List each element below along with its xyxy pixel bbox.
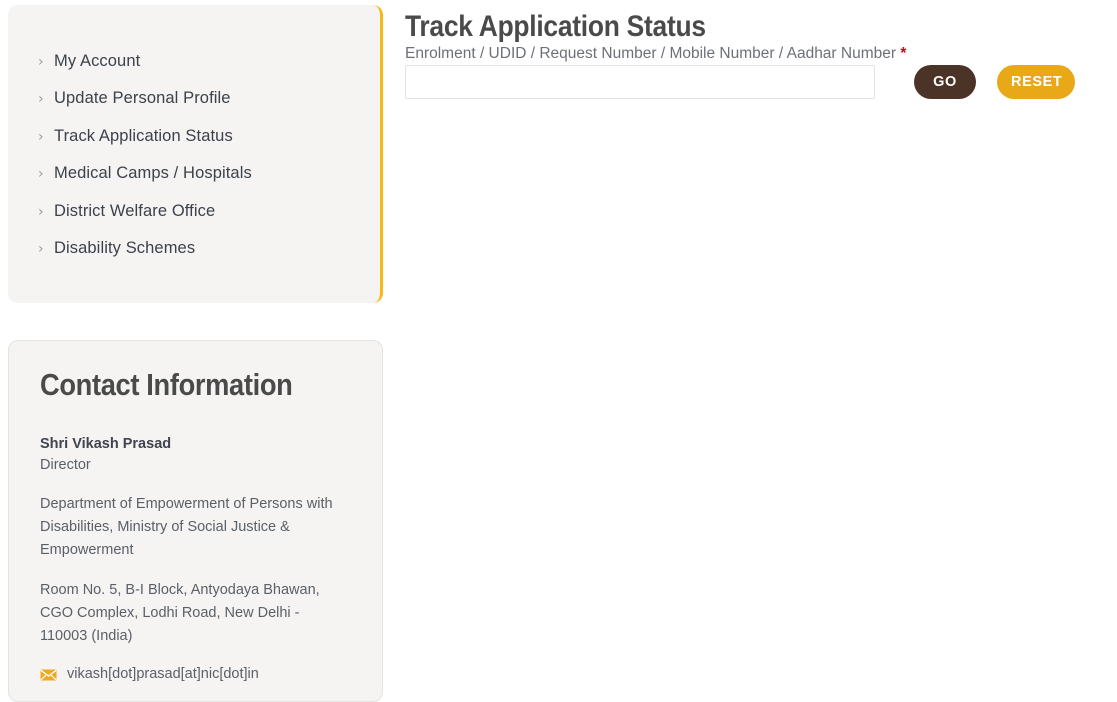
required-asterisk: * — [900, 45, 907, 62]
sidebar-item-label: Medical Camps / Hospitals — [54, 164, 252, 183]
contact-address: Room No. 5, B-I Block, Antyodaya Bhawan,… — [40, 581, 320, 644]
sidebar-item-label: Disability Schemes — [54, 238, 196, 257]
chevron-right-icon: › — [38, 91, 44, 108]
contact-department: Department of Empowerment of Persons wit… — [40, 496, 333, 558]
chevron-right-icon: › — [38, 54, 44, 70]
sidebar-item-label: Update Personal Profile — [54, 89, 231, 108]
chevron-right-icon: › — [38, 166, 44, 183]
go-button[interactable]: GO — [914, 65, 976, 100]
sidebar-item-district-welfare-office[interactable]: › District Welfare Office — [8, 203, 380, 240]
chevron-right-icon: › — [38, 203, 44, 220]
sidebar-item-disability-schemes[interactable]: › Disability Schemes — [8, 240, 380, 277]
sidebar-nav-list: › My Account › Update Personal Profile ›… — [8, 5, 380, 277]
tracking-number-input[interactable] — [405, 65, 875, 100]
sidebar-item-label: Track Application Status — [54, 126, 233, 145]
sidebar-item-label: District Welfare Office — [54, 201, 216, 220]
sidebar-item-my-account[interactable]: › My Account — [8, 53, 380, 90]
sidebar-item-medical-camps-hospitals[interactable]: › Medical Camps / Hospitals — [8, 165, 380, 202]
contact-information-panel: Contact Information Shri Vikash Prasad D… — [8, 340, 383, 702]
sidebar-item-track-application-status[interactable]: › Track Application Status — [8, 128, 380, 165]
sidebar-item-update-personal-profile[interactable]: › Update Personal Profile — [8, 90, 380, 127]
chevron-right-icon: › — [38, 128, 44, 145]
left-sidebar-column: › My Account › Update Personal Profile ›… — [8, 5, 383, 702]
page-root: › My Account › Update Personal Profile ›… — [0, 0, 1117, 702]
contact-information-heading: Contact Information — [40, 367, 293, 402]
reset-button[interactable]: RESET — [997, 65, 1075, 100]
tracking-number-field-label: Enrolment / UDID / Request Number / Mobi… — [405, 45, 906, 62]
track-application-form-row: GO RESET — [405, 65, 1105, 100]
sidebar-item-label: My Account — [54, 52, 141, 70]
sidebar-nav-panel: › My Account › Update Personal Profile ›… — [8, 5, 383, 303]
field-label-text: Enrolment / UDID / Request Number / Mobi… — [405, 45, 897, 62]
chevron-right-icon: › — [38, 240, 44, 257]
main-content: Track Application Status Enrolment / UDI… — [405, 0, 1105, 100]
contact-person-role: Director — [40, 457, 91, 474]
contact-person-name: Shri Vikash Prasad — [40, 436, 172, 452]
page-title: Track Application Status — [405, 10, 706, 43]
